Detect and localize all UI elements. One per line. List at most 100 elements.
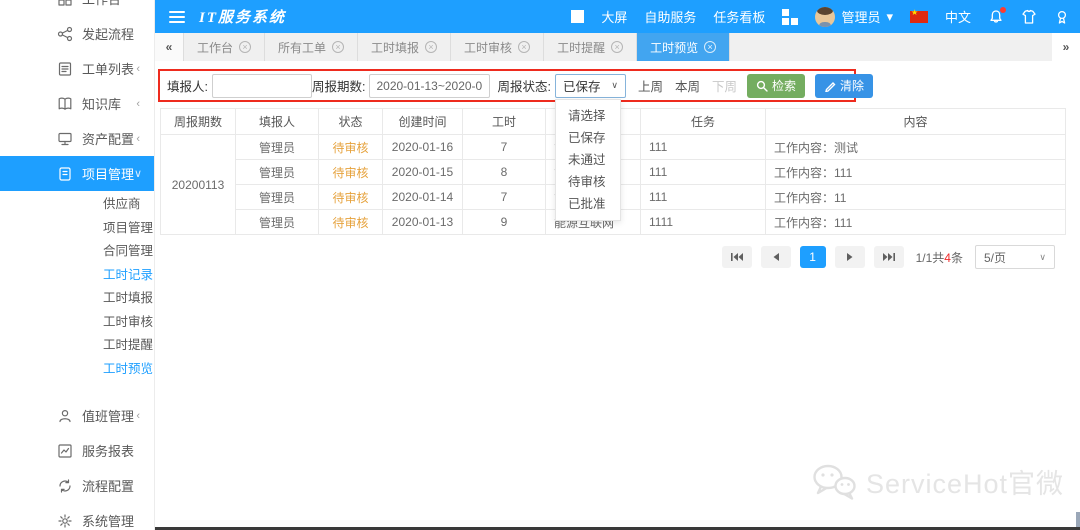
watermark: ServiceHot官微 — [811, 462, 1064, 501]
clear-button[interactable]: 清除 — [815, 74, 873, 98]
tab-bar: « 工作台 × 所有工单 × 工时填报 × 工时审核 × 工时提醒 × 工时预览… — [155, 33, 1080, 61]
notification-bell-icon[interactable] — [988, 9, 1004, 25]
chevron-down-icon: ∨ — [153, 264, 155, 288]
dropdown-option[interactable]: 待审核 — [556, 171, 620, 193]
close-icon[interactable]: × — [425, 41, 437, 53]
prev-page-button[interactable] — [761, 246, 791, 268]
created-cell: 2020-01-14 — [383, 185, 463, 210]
sidebar-item-label: 系统管理 — [82, 511, 134, 530]
submenu-item-project-management[interactable]: 项目管理 — [0, 217, 154, 241]
vertical-scrollbar-end[interactable] — [1076, 512, 1080, 527]
submenu-item-timesheet-record[interactable]: 工时记录 ∨ — [0, 264, 154, 288]
sidebar-item-knowledge-base[interactable]: 知识库 ‹ — [0, 86, 154, 121]
content-cell: 工作内容：11 — [766, 185, 1066, 210]
user-caret-icon: ▾ — [886, 9, 893, 25]
content-cell: 工作内容：111 — [766, 210, 1066, 235]
tab-timesheet-review[interactable]: 工时审核 × — [451, 33, 544, 61]
submenu-item-label: 工时预览 — [103, 358, 153, 382]
hours-cell: 9 — [463, 210, 546, 235]
submenu-item-contract-management[interactable]: 合同管理 — [0, 240, 154, 264]
sidebar-item-ticket-list[interactable]: 工单列表 ‹ — [0, 51, 154, 86]
close-icon[interactable]: × — [332, 41, 344, 53]
period-label: 周报期数: — [312, 76, 365, 95]
status-label: 周报状态: — [497, 76, 550, 95]
col-status: 状态 — [319, 109, 383, 135]
sidebar-bottom-group: 值班管理 ‹ 服务报表 流程配置 系统管理 — [0, 398, 154, 530]
sidebar-item-duty-management[interactable]: 值班管理 ‹ — [0, 398, 154, 433]
annotation-highlight-box: 填报人: 周报期数: 周报状态: 已保存 ∨ 请选择 已保存 未通过 待审核 已… — [158, 69, 856, 102]
status-select[interactable]: 已保存 ∨ — [555, 74, 626, 98]
sidebar: 工作台 发起流程 工单列表 ‹ 知识库 ‹ 资产配置 — [0, 0, 155, 530]
dashboard-blocks-icon[interactable] — [782, 9, 798, 25]
theme-shirt-icon[interactable] — [1021, 9, 1037, 25]
sidebar-item-workbench[interactable]: 工作台 — [0, 0, 154, 16]
submenu-item-supplier[interactable]: 供应商 — [0, 193, 154, 217]
last-page-button[interactable] — [874, 246, 904, 268]
reporter-cell: 管理员 — [236, 135, 319, 160]
last-week-link[interactable]: 上周 — [638, 76, 663, 95]
hamburger-menu-icon[interactable] — [169, 11, 185, 23]
sidebar-item-service-report[interactable]: 服务报表 — [0, 433, 154, 468]
nav-big-screen[interactable]: 大屏 — [601, 7, 627, 26]
medal-icon[interactable] — [1054, 9, 1070, 25]
submenu-item-timesheet-review[interactable]: 工时审核 — [0, 311, 154, 335]
status-cell: 待审核 — [319, 160, 383, 185]
search-button[interactable]: 检索 — [747, 74, 805, 98]
content-cell: 工作内容：测试 — [766, 135, 1066, 160]
close-icon[interactable]: × — [239, 41, 251, 53]
user-menu[interactable]: 管理员 ▾ — [815, 7, 893, 27]
nav-self-service[interactable]: 自助服务 — [644, 7, 696, 26]
sidebar-item-system-management[interactable]: 系统管理 — [0, 503, 154, 530]
page-size-value: 5/页 — [984, 249, 1006, 266]
china-flag-icon[interactable]: ★ — [910, 11, 928, 23]
notification-dot — [1000, 7, 1006, 13]
first-page-button[interactable] — [722, 246, 752, 268]
this-week-link[interactable]: 本周 — [675, 76, 700, 95]
submenu-item-label: 工时审核 — [103, 311, 153, 335]
period-input[interactable] — [369, 74, 490, 98]
tab-timesheet-fill[interactable]: 工时填报 × — [358, 33, 451, 61]
screen: 工作台 发起流程 工单列表 ‹ 知识库 ‹ 资产配置 — [0, 0, 1080, 530]
close-icon[interactable]: × — [518, 41, 530, 53]
col-hours: 工时 — [463, 109, 546, 135]
sidebar-item-project-management[interactable]: 项目管理 ∨ — [0, 156, 154, 191]
watermark-text: ServiceHot官微 — [866, 462, 1064, 501]
caret-down-icon: ∨ — [611, 80, 618, 91]
close-icon[interactable]: × — [611, 41, 623, 53]
sidebar-item-label: 流程配置 — [82, 476, 134, 495]
submenu-item-timesheet-preview[interactable]: 工时预览 — [0, 358, 154, 382]
tabs-scroll-left[interactable]: « — [155, 33, 183, 61]
current-page-button[interactable]: 1 — [800, 246, 826, 268]
flag-star-icon: ★ — [911, 8, 918, 17]
chevron-left-icon: ‹ — [136, 98, 140, 110]
tabs-scroll-right[interactable]: » — [1052, 33, 1080, 61]
status-cell: 待审核 — [319, 185, 383, 210]
chevron-left-icon: ‹ — [136, 63, 140, 75]
fullscreen-icon[interactable] — [571, 10, 584, 23]
dropdown-option[interactable]: 请选择 — [556, 105, 620, 127]
caret-down-icon: ∨ — [1039, 252, 1046, 263]
nav-task-board[interactable]: 任务看板 — [713, 7, 765, 26]
reporter-input[interactable] — [212, 74, 312, 98]
language-switcher[interactable]: 中文 — [945, 7, 971, 26]
monitor-icon — [57, 131, 73, 147]
tab-timesheet-reminder[interactable]: 工时提醒 × — [544, 33, 637, 61]
page-size-select[interactable]: 5/页 ∨ — [975, 245, 1055, 269]
tab-label: 工时预览 — [650, 39, 698, 56]
tab-timesheet-preview[interactable]: 工时预览 × — [637, 33, 730, 61]
tab-workbench[interactable]: 工作台 × — [183, 33, 265, 61]
sidebar-item-process-config[interactable]: 流程配置 — [0, 468, 154, 503]
dropdown-option[interactable]: 已保存 — [556, 127, 620, 149]
tab-all-tickets[interactable]: 所有工单 × — [265, 33, 358, 61]
next-page-button[interactable] — [835, 246, 865, 268]
task-cell: 111 — [641, 135, 766, 160]
dropdown-option[interactable]: 未通过 — [556, 149, 620, 171]
dropdown-option[interactable]: 已批准 — [556, 193, 620, 215]
submenu-item-timesheet-reminder[interactable]: 工时提醒 — [0, 334, 154, 358]
col-reporter: 填报人 — [236, 109, 319, 135]
sidebar-item-start-process[interactable]: 发起流程 — [0, 16, 154, 51]
submenu-item-timesheet-fill[interactable]: 工时填报 — [0, 287, 154, 311]
close-icon[interactable]: × — [704, 41, 716, 53]
sidebar-item-asset-config[interactable]: 资产配置 ‹ — [0, 121, 154, 156]
created-cell: 2020-01-16 — [383, 135, 463, 160]
